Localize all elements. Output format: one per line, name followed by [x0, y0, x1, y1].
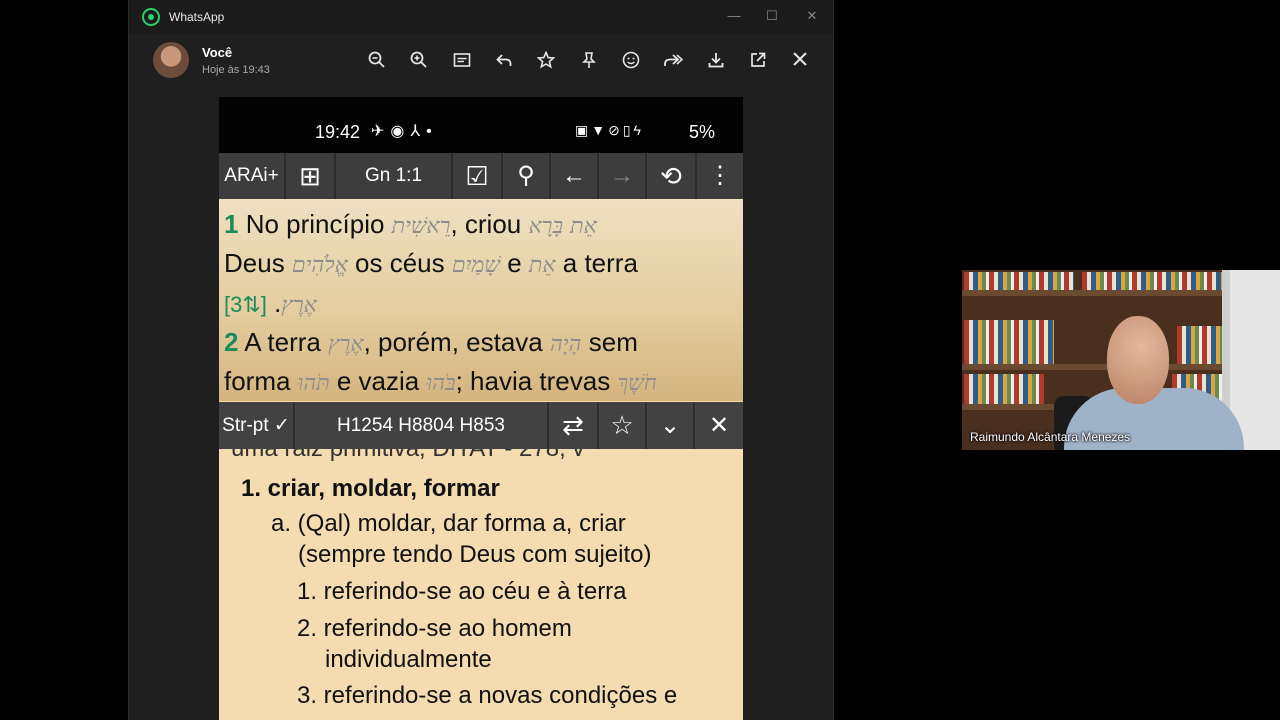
hebrew-word[interactable]: אֵת בָּרָא — [528, 214, 596, 239]
zoom-out-icon[interactable] — [366, 51, 388, 73]
checklist-icon[interactable]: ☑ — [453, 153, 503, 199]
hebrew-word[interactable]: הָיָה — [550, 332, 582, 357]
sender-name: Você — [202, 45, 233, 60]
back-arrow-icon[interactable]: ← — [551, 153, 599, 199]
shelf-plank — [962, 364, 1222, 370]
books-row — [964, 272, 1074, 290]
notification-icons: ✈◉⅄• — [371, 123, 438, 140]
verse-line: 2 A terra אֶרֶץ, porém, estava הָיָה sem — [224, 327, 638, 358]
shelf-plank — [962, 290, 1222, 296]
star-icon[interactable] — [535, 50, 557, 73]
books-row — [964, 374, 1044, 404]
strongs-toolbar: Str-pt ✓ H1254 H8804 H853 ⇄ ☆ ⌄ ✕ — [219, 402, 743, 449]
verse-text: e — [500, 248, 529, 278]
definition-line: 1. referindo-se ao céu e à terra — [297, 578, 627, 605]
hebrew-word[interactable]: רֵאשִׁית — [392, 214, 451, 239]
participant-name: Raimundo Alcântara Menezes — [970, 430, 1131, 444]
hebrew-word[interactable]: אֵת — [529, 253, 556, 278]
minimize-button[interactable]: — — [723, 6, 745, 26]
sent-timestamp: Hoje às 19:43 — [202, 64, 270, 76]
video-call-tile[interactable]: Raimundo Alcântara Menezes — [962, 270, 1280, 450]
books-row — [1177, 326, 1222, 364]
verse-text: a terra — [555, 248, 638, 278]
caption-icon[interactable] — [451, 51, 473, 73]
strongs-codes[interactable]: H1254 H8804 H853 — [295, 402, 549, 449]
verse-line: forma תֹּהוּ e vazia בֹּהוּ; havia treva… — [224, 366, 657, 397]
close-strongs-icon[interactable]: ✕ — [695, 402, 743, 449]
phone-screenshot: 19:42 ✈◉⅄• ▣▼⊘▯ϟ 5% ARAi+ ⊞ Gn 1:1 ☑ ⚲ ←… — [219, 97, 743, 720]
app-title: WhatsApp — [169, 10, 225, 24]
battery-level: 5% — [689, 122, 716, 142]
zoom-in-icon[interactable] — [408, 51, 430, 73]
download-icon[interactable] — [705, 51, 727, 73]
chevron-down-icon[interactable]: ⌄ — [647, 402, 695, 449]
definition-line: 3. referindo-se a novas condições e — [297, 682, 678, 709]
definition-line: individualmente — [325, 646, 492, 673]
bible-app-toolbar: ARAi+ ⊞ Gn 1:1 ☑ ⚲ ← → ⟲ ⋮ — [219, 153, 743, 199]
definition-line: (sempre tendo Deus com sujeito) — [298, 541, 652, 568]
verse-line: Deus אֱלֹהִים os céus שָׁמַיִם e אֵת a t… — [224, 248, 638, 279]
books-row — [1082, 272, 1222, 290]
hebrew-word[interactable]: אֱלֹהִים — [292, 253, 348, 278]
title-bar: WhatsApp — ☐ ✕ — [129, 0, 833, 34]
definition-clipped-line: uma raiz primitiva; DITAT - 278; v — [231, 449, 584, 463]
verse-text: e vazia — [329, 366, 427, 396]
close-viewer-icon[interactable] — [789, 51, 811, 73]
viewer-header: Você Hoje às 19:43 — [129, 34, 833, 88]
verse-text: No princípio — [238, 209, 392, 239]
participant-head — [1107, 316, 1169, 404]
definition-line: a. (Qal) moldar, dar forma a, criar — [271, 510, 626, 537]
system-icons: ▣▼⊘▯ϟ — [575, 122, 644, 138]
reference-button[interactable]: Gn 1:1 — [336, 153, 453, 199]
verse-text: , porém, estava — [363, 327, 550, 357]
phone-clock: 19:42 — [315, 122, 361, 142]
bible-text-panel: 1 No princípio רֵאשִׁית, criou אֵת בָּרָ… — [219, 199, 743, 401]
verse-text: sem — [581, 327, 638, 357]
verse-line: 1 No princípio רֵאשִׁית, criou אֵת בָּרָ… — [224, 209, 597, 240]
verse-number[interactable]: 2 — [224, 327, 238, 357]
verse-text: Deus — [224, 248, 292, 278]
definition-line: 2. referindo-se ao homem — [297, 615, 572, 642]
verse-number[interactable]: 1 — [224, 209, 238, 239]
overflow-menu-icon[interactable]: ⋮ — [697, 153, 743, 199]
verse-text: ; havia trevas — [455, 366, 618, 396]
verse-text: os céus — [347, 248, 452, 278]
strongs-definition-panel: uma raiz primitiva; DITAT - 278; v 1. cr… — [219, 449, 743, 720]
books-row — [964, 320, 1054, 364]
verse-text: , criou — [450, 209, 529, 239]
avatar[interactable] — [153, 42, 189, 78]
forward-icon[interactable] — [662, 51, 684, 73]
emoji-icon[interactable] — [620, 51, 642, 73]
open-external-icon[interactable] — [747, 51, 769, 73]
add-icon[interactable]: ⊞ — [286, 153, 336, 199]
cross-reference-link[interactable]: [⇅3] — [224, 292, 267, 317]
hebrew-word[interactable]: חֹשֶׁךְ — [617, 371, 656, 396]
hebrew-word[interactable]: בֹּהוּ — [426, 371, 455, 396]
verse-text: . — [266, 288, 282, 318]
pin-icon[interactable] — [578, 51, 600, 73]
translation-button[interactable]: ARAi+ — [219, 153, 286, 199]
bookmark-star-icon[interactable]: ☆ — [599, 402, 647, 449]
strongs-module-button[interactable]: Str-pt ✓ — [219, 402, 295, 449]
definition-heading: 1. criar, moldar, formar — [241, 475, 500, 502]
maximize-button[interactable]: ☐ — [761, 6, 783, 26]
swap-icon[interactable]: ⇄ — [549, 402, 599, 449]
whatsapp-viewer-window: WhatsApp — ☐ ✕ Você Hoje às 19:43 19:42 … — [128, 0, 834, 720]
search-icon[interactable]: ⚲ — [503, 153, 551, 199]
hebrew-word[interactable]: שָׁמַיִם — [452, 253, 500, 278]
verse-line: אֶרֶץ. [⇅3] — [224, 288, 317, 319]
close-window-button[interactable]: ✕ — [801, 6, 823, 26]
verse-text: forma — [224, 366, 298, 396]
forward-arrow-icon[interactable]: → — [599, 153, 647, 199]
verse-text: A terra — [238, 327, 329, 357]
hebrew-word[interactable]: אֶרֶץ — [281, 293, 316, 318]
history-icon[interactable]: ⟲ — [647, 153, 697, 199]
phone-status-bar: 19:42 ✈◉⅄• ▣▼⊘▯ϟ 5% — [219, 97, 743, 153]
hebrew-word[interactable]: תֹּהוּ — [298, 371, 330, 396]
hebrew-word[interactable]: אֶרֶץ — [328, 332, 363, 357]
reply-icon[interactable] — [493, 51, 515, 73]
whatsapp-logo-icon — [142, 8, 160, 26]
